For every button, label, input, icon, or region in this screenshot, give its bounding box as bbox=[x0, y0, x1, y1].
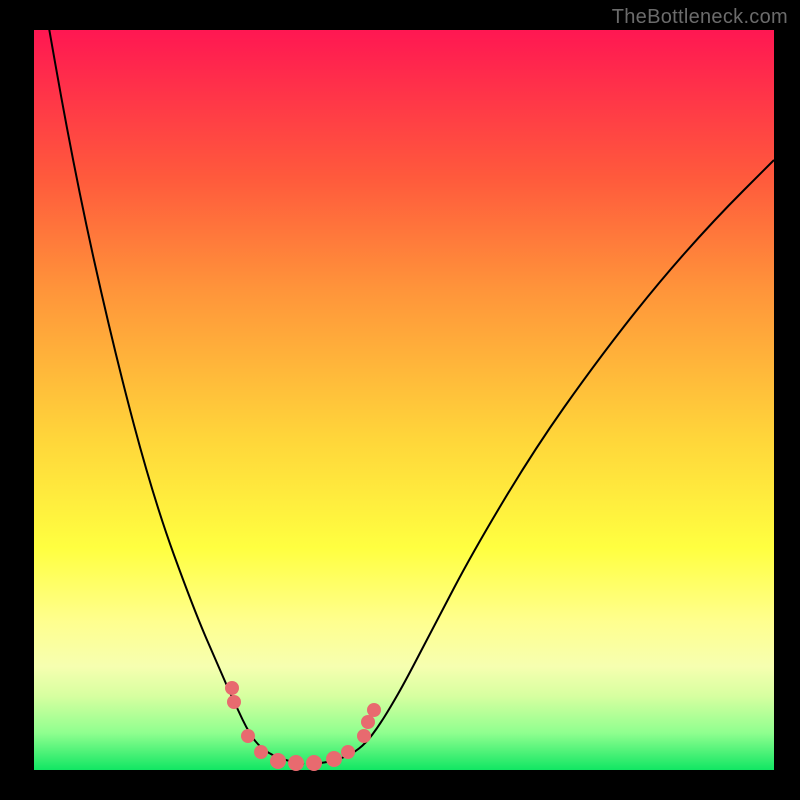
marker-dot bbox=[357, 729, 371, 743]
chart-stage: TheBottleneck.com bbox=[0, 0, 800, 800]
marker-dot bbox=[225, 681, 239, 695]
marker-dot bbox=[270, 753, 286, 769]
marker-dot bbox=[241, 729, 255, 743]
marker-dot bbox=[254, 745, 268, 759]
marker-dot bbox=[227, 695, 241, 709]
marker-dot bbox=[341, 745, 355, 759]
sweet-spot-markers bbox=[225, 681, 381, 771]
left-curve bbox=[37, 0, 304, 764]
marker-dot bbox=[367, 703, 381, 717]
watermark-text: TheBottleneck.com bbox=[612, 6, 788, 29]
marker-dot bbox=[306, 755, 322, 771]
chart-svg bbox=[34, 30, 774, 770]
plot-area bbox=[34, 30, 774, 770]
marker-dot bbox=[326, 751, 342, 767]
marker-dot bbox=[288, 755, 304, 771]
right-curve bbox=[314, 160, 774, 764]
marker-dot bbox=[361, 715, 375, 729]
